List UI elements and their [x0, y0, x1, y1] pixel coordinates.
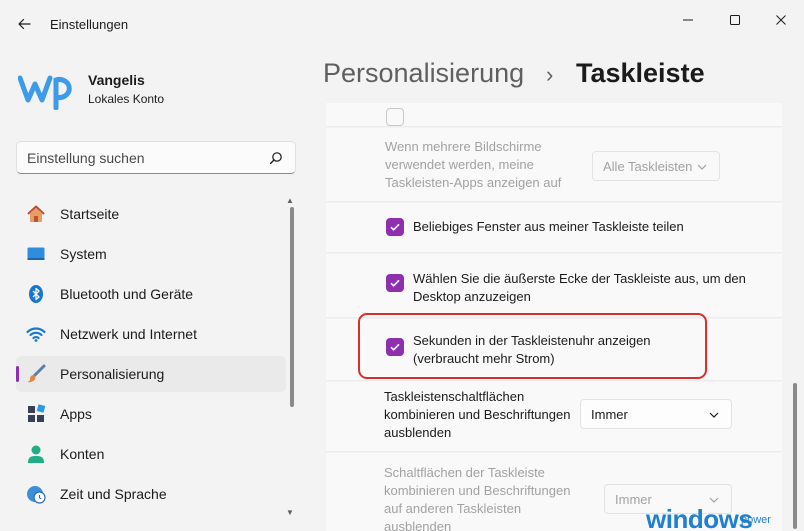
clock-globe-icon [27, 486, 46, 504]
setting-label: Wenn mehrere Bildschirme verwendet werde… [385, 139, 562, 190]
person-icon [28, 445, 44, 463]
chevron-down-icon [709, 412, 719, 418]
user-name: Vangelis [88, 72, 145, 88]
setting-label: Taskleistenschaltflächen kombinieren und… [384, 389, 571, 440]
maximize-button[interactable] [712, 4, 758, 36]
nav-label: Konten [60, 446, 105, 462]
nav-item-netzwerk[interactable]: Netzwerk und Internet [16, 316, 286, 352]
watermark-logo: windows [646, 504, 753, 531]
nav-item-personalisierung[interactable]: Personalisierung [16, 356, 286, 392]
nav-label: Bluetooth und Geräte [60, 286, 194, 302]
nav-item-system[interactable]: System [16, 236, 286, 272]
combine-buttons-dropdown[interactable]: Immer [580, 399, 732, 429]
content-scrollbar[interactable] [793, 383, 797, 529]
search-icon[interactable] [269, 151, 283, 165]
chevron-down-icon [697, 164, 707, 170]
nav-label: Netzwerk und Internet [60, 326, 197, 342]
nav-item-konten[interactable]: Konten [16, 436, 286, 472]
breadcrumb-parent[interactable]: Personalisierung [323, 58, 524, 89]
back-button[interactable] [10, 10, 38, 38]
share-window-checkbox[interactable] [386, 218, 404, 236]
watermark-suffix: power [741, 514, 771, 526]
close-button[interactable] [758, 4, 804, 36]
bluetooth-icon [29, 285, 43, 303]
brush-icon [27, 364, 46, 383]
nav-label: Zeit und Sprache [60, 486, 167, 502]
profile-logo [17, 70, 78, 111]
setting-label: Wählen Sie die äußerste Ecke der Tasklei… [413, 271, 746, 304]
setting-row-hidden [326, 103, 782, 127]
nav-label: Startseite [60, 206, 120, 222]
setting-row-desktop-corner: Wählen Sie die äußerste Ecke der Tasklei… [326, 254, 782, 318]
nav-label: Apps [60, 406, 92, 422]
nav-scrollbar[interactable] [290, 207, 294, 407]
nav-item-startseite[interactable]: Startseite [16, 196, 286, 232]
minimize-icon [683, 19, 693, 21]
dropdown-value: Immer [591, 407, 628, 422]
home-icon [27, 205, 45, 222]
settings-search[interactable] [16, 141, 296, 174]
multi-monitor-dropdown[interactable]: Alle Taskleisten [592, 151, 720, 181]
maximize-icon [730, 15, 740, 25]
nav-label: Personalisierung [60, 366, 165, 382]
wifi-icon [26, 327, 46, 342]
window-title: Einstellungen [50, 17, 129, 32]
nav-item-bluetooth[interactable]: Bluetooth und Geräte [16, 276, 286, 312]
desktop-corner-checkbox[interactable] [386, 274, 404, 292]
account-type: Lokales Konto [88, 92, 165, 106]
active-indicator [16, 366, 19, 382]
search-input[interactable] [27, 148, 257, 168]
nav-scroll-up-icon[interactable]: ▲ [286, 196, 294, 205]
setting-row-combine-buttons: Taskleistenschaltflächen kombinieren und… [326, 382, 782, 452]
setting-label: Schaltflächen der Taskleiste kombinieren… [384, 465, 571, 531]
nav-label: System [60, 246, 107, 262]
breadcrumb-separator: › [546, 62, 554, 87]
checkmark-icon [390, 223, 400, 231]
setting-label: Beliebiges Fenster aus meiner Taskleiste… [413, 219, 684, 234]
highlight-annotation [358, 313, 707, 379]
arrow-left-icon [18, 18, 31, 30]
minimize-button[interactable] [665, 4, 711, 36]
nav-item-apps[interactable]: Apps [16, 396, 286, 432]
dropdown-value: Alle Taskleisten [603, 159, 693, 174]
monitor-icon [27, 247, 45, 260]
checkmark-icon [390, 279, 400, 287]
close-icon [776, 15, 786, 25]
page-title: Taskleiste [576, 58, 705, 88]
nav-scroll-down-icon[interactable]: ▼ [286, 508, 294, 517]
checkbox-unchecked[interactable] [386, 108, 404, 126]
apps-icon [28, 404, 46, 422]
setting-row-multi-monitor: Wenn mehrere Bildschirme verwendet werde… [326, 128, 782, 202]
setting-row-share-window: Beliebiges Fenster aus meiner Taskleiste… [326, 203, 782, 253]
nav-item-zeit-sprache[interactable]: Zeit und Sprache [16, 476, 286, 512]
